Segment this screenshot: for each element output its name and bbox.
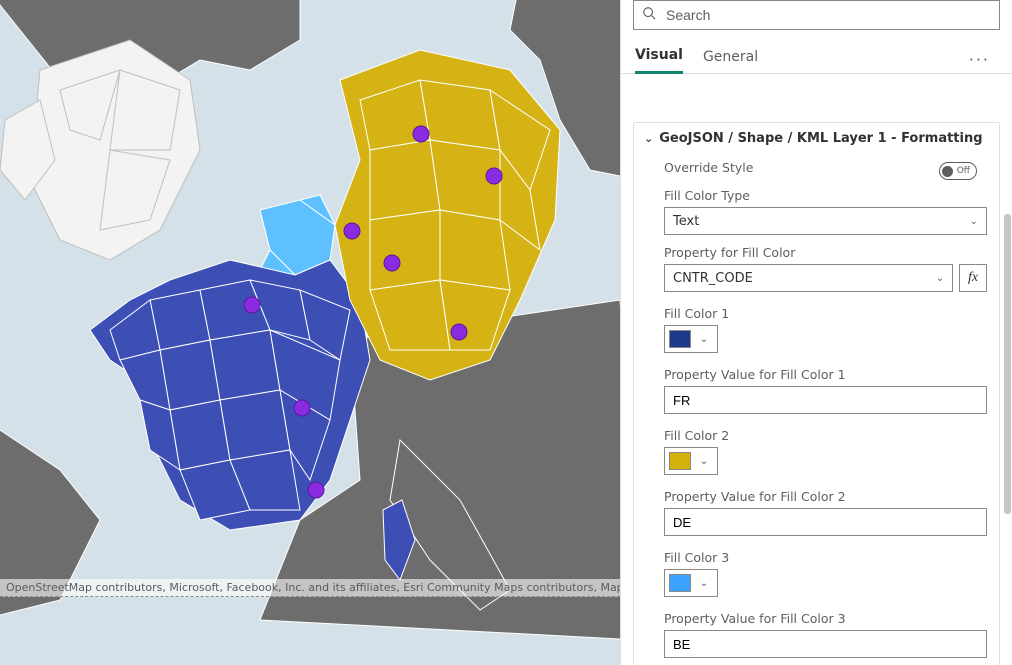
fill-color-type-select[interactable]: Text ⌄	[664, 207, 987, 235]
fill-value-2-input[interactable]	[664, 508, 987, 536]
tab-visual[interactable]: Visual	[635, 47, 683, 74]
fill-color-3-swatch	[669, 574, 691, 592]
fill-color-3-picker[interactable]: ⌄	[664, 569, 718, 597]
fill-value-2-label: Property Value for Fill Color 2	[664, 489, 987, 504]
fill-color-2-label: Fill Color 2	[664, 428, 987, 443]
search-input-wrap[interactable]	[633, 0, 1000, 30]
fill-color-3-label: Fill Color 3	[664, 550, 987, 565]
format-tabs: Visual General ···	[621, 36, 1012, 74]
chevron-down-icon: ⌄	[644, 132, 653, 145]
format-pane: Visual General ··· ⌄ GeoJSON / Shape / K…	[620, 0, 1012, 665]
app-root: OpenStreetMap contributors, Microsoft, F…	[0, 0, 1012, 665]
search-input[interactable]	[664, 6, 991, 24]
fill-color-2-picker[interactable]: ⌄	[664, 447, 718, 475]
map-canvas[interactable]: OpenStreetMap contributors, Microsoft, F…	[0, 0, 620, 665]
property-for-fill-select[interactable]: CNTR_CODE ⌄	[664, 264, 953, 292]
fx-button[interactable]: fx	[959, 264, 987, 292]
chevron-down-icon: ⌄	[691, 334, 717, 345]
chevron-down-icon: ⌄	[691, 578, 717, 589]
fill-value-3-input[interactable]	[664, 630, 987, 658]
chevron-down-icon: ⌄	[936, 273, 944, 284]
fill-color-2-swatch	[669, 452, 691, 470]
property-for-fill-value: CNTR_CODE	[673, 271, 753, 286]
format-scroll[interactable]: ⌄ GeoJSON / Shape / KML Layer 1 - Format…	[621, 74, 1012, 665]
scrollbar-thumb[interactable]	[1004, 214, 1011, 514]
scrollbar[interactable]	[1004, 94, 1012, 665]
layer-formatting-card: ⌄ GeoJSON / Shape / KML Layer 1 - Format…	[633, 122, 1000, 665]
map-attribution: OpenStreetMap contributors, Microsoft, F…	[0, 579, 620, 597]
fill-color-type-label: Fill Color Type	[664, 188, 987, 203]
fill-color-1-swatch	[669, 330, 691, 348]
fill-value-1-label: Property Value for Fill Color 1	[664, 367, 987, 382]
property-for-fill-label: Property for Fill Color	[664, 245, 987, 260]
override-style-label: Override Style	[664, 160, 753, 175]
toggle-state: Off	[957, 166, 970, 176]
section-header[interactable]: ⌄ GeoJSON / Shape / KML Layer 1 - Format…	[644, 131, 987, 146]
fill-value-3-label: Property Value for Fill Color 3	[664, 611, 987, 626]
search-icon	[642, 6, 656, 24]
fill-value-1-input[interactable]	[664, 386, 987, 414]
fill-color-type-value: Text	[673, 214, 699, 229]
fill-color-1-picker[interactable]: ⌄	[664, 325, 718, 353]
chevron-down-icon: ⌄	[691, 456, 717, 467]
fill-color-1-label: Fill Color 1	[664, 306, 987, 321]
section-title: GeoJSON / Shape / KML Layer 1 - Formatti…	[659, 131, 982, 146]
chevron-down-icon: ⌄	[970, 216, 978, 227]
map-svg	[0, 0, 620, 665]
override-style-toggle[interactable]: Off	[939, 162, 977, 180]
tab-more-button[interactable]: ···	[961, 46, 998, 73]
tab-general[interactable]: General	[703, 49, 758, 73]
